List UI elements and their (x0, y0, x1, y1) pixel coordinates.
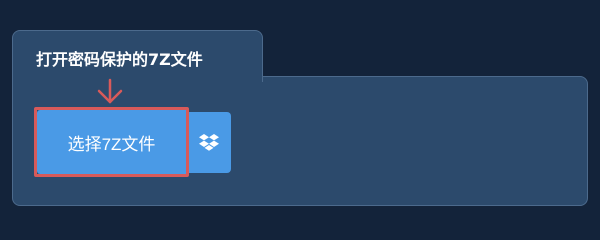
dropbox-button[interactable] (186, 112, 231, 173)
panel-title: 打开密码保护的7Z文件 (36, 50, 203, 69)
panel-seam (13, 74, 262, 80)
dropbox-icon (198, 134, 219, 151)
arrow-down-icon (97, 78, 123, 104)
select-7z-file-button[interactable]: 选择7Z文件 (37, 110, 186, 174)
